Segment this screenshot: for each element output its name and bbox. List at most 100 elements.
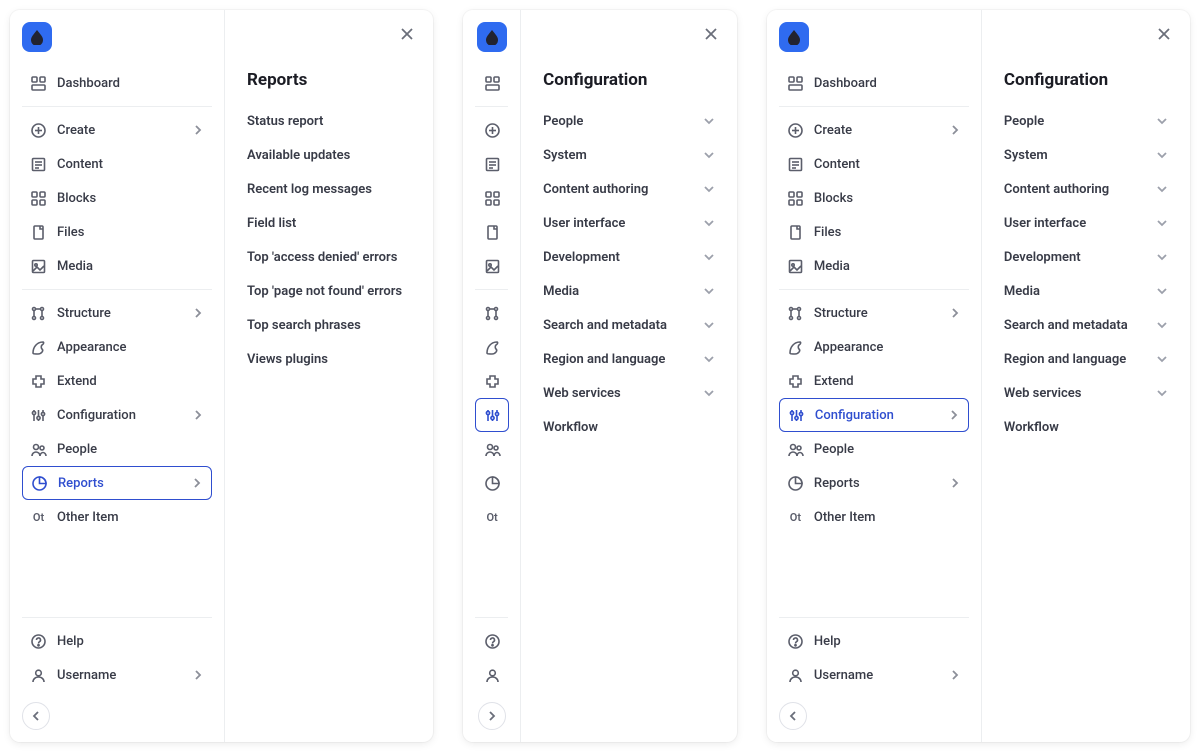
sidebar-item-label: People bbox=[814, 442, 961, 457]
sidebar-item-blocks[interactable]: Blocks bbox=[779, 181, 969, 215]
config-item[interactable]: People bbox=[543, 104, 715, 138]
sidebar-item-create[interactable]: Create bbox=[22, 113, 212, 147]
reports-panel: Reports Status reportAvailable updatesRe… bbox=[225, 10, 433, 742]
sidebar-item-structure[interactable]: Structure bbox=[779, 296, 969, 330]
sidebar-item-extend[interactable]: Extend bbox=[22, 364, 212, 398]
reports-icon bbox=[484, 475, 501, 492]
other-icon: Ot bbox=[30, 511, 47, 524]
chevron-down-icon bbox=[703, 353, 715, 365]
sidebar-item-label: Files bbox=[57, 225, 204, 240]
reports-item[interactable]: Field list bbox=[247, 206, 411, 240]
sidebar-item-create[interactable]: Create bbox=[779, 113, 969, 147]
config-item[interactable]: Web services bbox=[543, 376, 715, 410]
config-item[interactable]: Content authoring bbox=[1004, 172, 1168, 206]
sidebar-item-help[interactable]: Help bbox=[779, 624, 969, 658]
sidebar-item-appearance[interactable]: Appearance bbox=[22, 330, 212, 364]
user-icon bbox=[30, 667, 47, 684]
sidebar-item-people[interactable]: People bbox=[779, 432, 969, 466]
config-item[interactable]: Media bbox=[1004, 274, 1168, 308]
app-logo[interactable] bbox=[779, 22, 809, 52]
sidebar-item-extend[interactable] bbox=[475, 364, 509, 398]
sidebar-item-reports[interactable]: Reports bbox=[779, 466, 969, 500]
sidebar-item-other[interactable]: Ot Other Item bbox=[22, 500, 212, 534]
sidebar-item-help[interactable]: Help bbox=[22, 624, 212, 658]
sidebar-item-reports[interactable] bbox=[475, 466, 509, 500]
plus-circle-icon bbox=[484, 122, 501, 139]
sidebar-item-label: Appearance bbox=[814, 340, 961, 355]
config-item[interactable]: Development bbox=[1004, 240, 1168, 274]
config-item[interactable]: User interface bbox=[543, 206, 715, 240]
sidebar-item-media[interactable]: Media bbox=[779, 249, 969, 283]
config-item[interactable]: Search and metadata bbox=[543, 308, 715, 342]
config-item-label: Region and language bbox=[1004, 352, 1126, 367]
sidebar-item-extend[interactable]: Extend bbox=[779, 364, 969, 398]
config-item[interactable]: User interface bbox=[1004, 206, 1168, 240]
sidebar-item-dashboard[interactable] bbox=[475, 66, 509, 100]
config-item[interactable]: Workflow bbox=[1004, 410, 1168, 444]
sidebar-item-username[interactable]: Username bbox=[779, 658, 969, 692]
close-button[interactable] bbox=[701, 24, 721, 44]
reports-item[interactable]: Status report bbox=[247, 104, 411, 138]
config-list: PeopleSystemContent authoringUser interf… bbox=[543, 104, 715, 444]
reports-item[interactable]: Available updates bbox=[247, 138, 411, 172]
divider bbox=[779, 289, 969, 290]
reports-item[interactable]: Views plugins bbox=[247, 342, 411, 376]
config-item[interactable]: People bbox=[1004, 104, 1168, 138]
sidebar-item-media[interactable] bbox=[475, 249, 509, 283]
sidebar-item-blocks[interactable] bbox=[475, 181, 509, 215]
sidebar-item-create[interactable] bbox=[475, 113, 509, 147]
reports-item[interactable]: Top search phrases bbox=[247, 308, 411, 342]
config-item[interactable]: Region and language bbox=[543, 342, 715, 376]
expand-sidebar-button[interactable] bbox=[478, 702, 506, 730]
sidebar-item-people[interactable]: People bbox=[22, 432, 212, 466]
config-item[interactable]: Development bbox=[543, 240, 715, 274]
config-item[interactable]: Region and language bbox=[1004, 342, 1168, 376]
sidebar-item-content[interactable]: Content bbox=[779, 147, 969, 181]
close-button[interactable] bbox=[1154, 24, 1174, 44]
sidebar-item-configuration[interactable]: Configuration bbox=[779, 398, 969, 432]
config-item[interactable]: Workflow bbox=[543, 410, 715, 444]
collapse-sidebar-button[interactable] bbox=[22, 702, 50, 730]
config-item[interactable]: Web services bbox=[1004, 376, 1168, 410]
sidebar-item-content[interactable] bbox=[475, 147, 509, 181]
config-item[interactable]: System bbox=[1004, 138, 1168, 172]
sidebar-item-media[interactable]: Media bbox=[22, 249, 212, 283]
app-logo[interactable] bbox=[22, 22, 52, 52]
sidebar-item-files[interactable]: Files bbox=[22, 215, 212, 249]
sidebar-item-other[interactable]: Ot bbox=[475, 500, 509, 534]
sidebar-item-appearance[interactable]: Appearance bbox=[779, 330, 969, 364]
sidebar-item-content[interactable]: Content bbox=[22, 147, 212, 181]
close-button[interactable] bbox=[397, 24, 417, 44]
config-item[interactable]: Search and metadata bbox=[1004, 308, 1168, 342]
structure-icon bbox=[30, 305, 47, 322]
collapse-sidebar-button[interactable] bbox=[779, 702, 807, 730]
sidebar-item-configuration[interactable]: Configuration bbox=[22, 398, 212, 432]
reports-item-label: Field list bbox=[247, 216, 296, 231]
config-item[interactable]: Media bbox=[543, 274, 715, 308]
sidebar-item-files[interactable]: Files bbox=[779, 215, 969, 249]
sidebar-item-username[interactable] bbox=[475, 658, 509, 692]
content-icon bbox=[30, 156, 47, 173]
sidebar-item-structure[interactable]: Structure bbox=[22, 296, 212, 330]
sidebar-item-blocks[interactable]: Blocks bbox=[22, 181, 212, 215]
sidebar-item-label: Create bbox=[57, 123, 182, 138]
reports-item[interactable]: Recent log messages bbox=[247, 172, 411, 206]
config-item[interactable]: System bbox=[543, 138, 715, 172]
sidebar-item-dashboard[interactable]: Dashboard bbox=[22, 66, 212, 100]
sidebar-item-other[interactable]: Ot Other Item bbox=[779, 500, 969, 534]
appearance-icon bbox=[787, 339, 804, 356]
sidebar-item-files[interactable] bbox=[475, 215, 509, 249]
app-logo[interactable] bbox=[477, 22, 507, 52]
sidebar-item-appearance[interactable] bbox=[475, 330, 509, 364]
sidebar-item-dashboard[interactable]: Dashboard bbox=[779, 66, 969, 100]
configuration-icon bbox=[30, 407, 47, 424]
reports-item[interactable]: Top 'page not found' errors bbox=[247, 274, 411, 308]
config-item[interactable]: Content authoring bbox=[543, 172, 715, 206]
sidebar-item-configuration[interactable] bbox=[475, 398, 509, 432]
sidebar-item-username[interactable]: Username bbox=[22, 658, 212, 692]
sidebar-item-reports[interactable]: Reports bbox=[22, 466, 212, 500]
sidebar-item-structure[interactable] bbox=[475, 296, 509, 330]
sidebar-item-help[interactable] bbox=[475, 624, 509, 658]
reports-item[interactable]: Top 'access denied' errors bbox=[247, 240, 411, 274]
sidebar-item-people[interactable] bbox=[475, 432, 509, 466]
